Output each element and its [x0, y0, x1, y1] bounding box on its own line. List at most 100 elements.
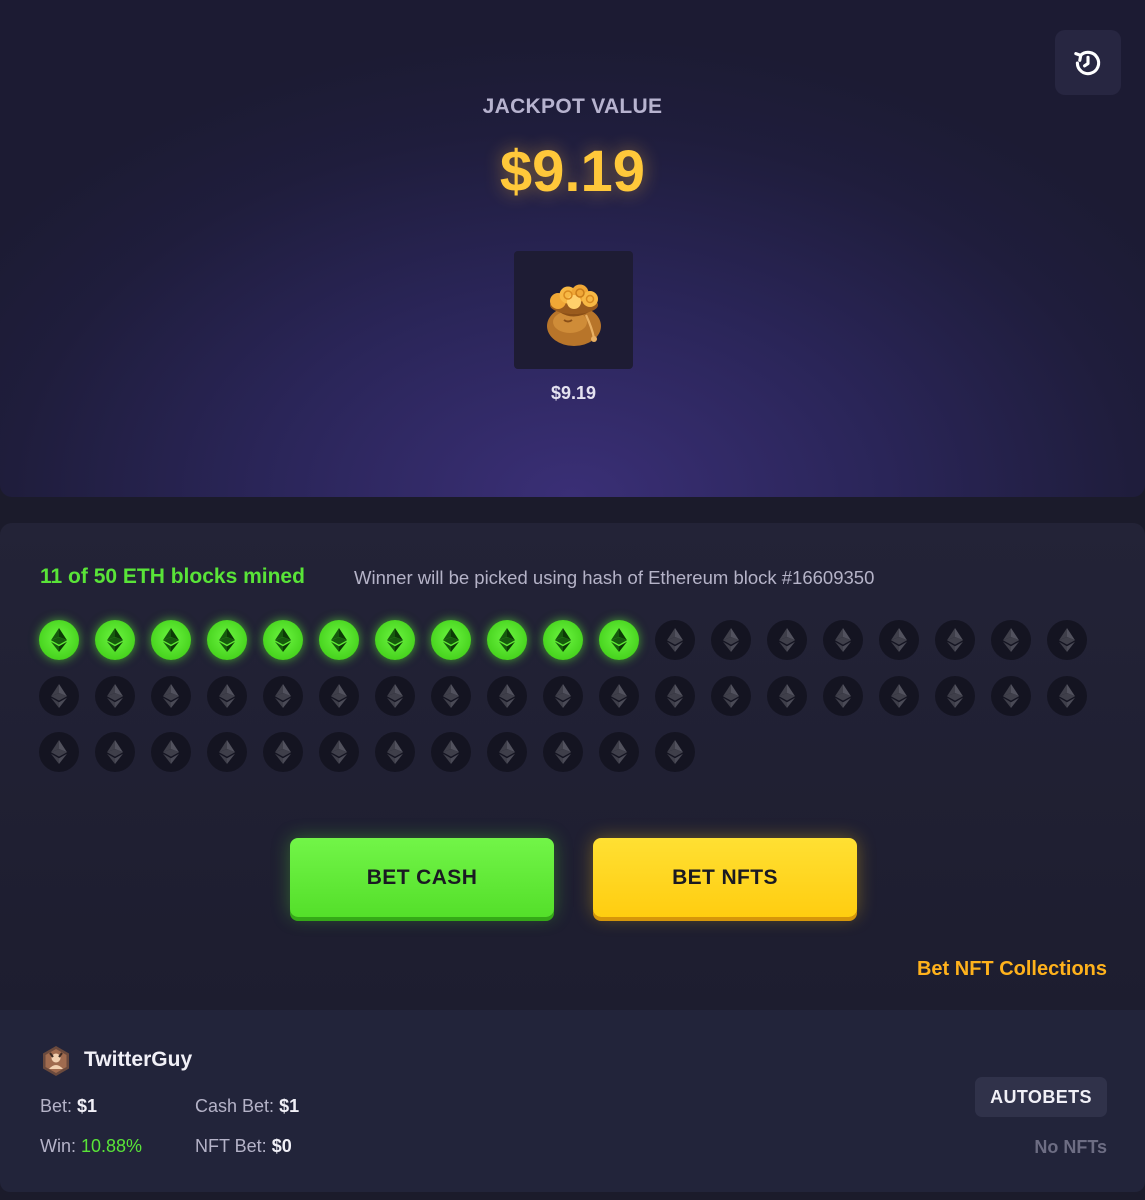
eth-block-pending [39, 732, 79, 772]
eth-block-pending [599, 732, 639, 772]
eth-block-pending [1047, 620, 1087, 660]
nft-bet-label: NFT Bet: [195, 1136, 267, 1156]
bet-nfts-button[interactable]: BET NFTS [593, 838, 857, 917]
eth-block-mined [263, 620, 303, 660]
ethereum-icon [275, 684, 291, 708]
win-stat: Win: 10.88% [40, 1136, 142, 1157]
eth-block-pending [767, 620, 807, 660]
ethereum-icon [107, 740, 123, 764]
ethereum-icon [1059, 684, 1075, 708]
eth-block-pending [599, 676, 639, 716]
eth-block-pending [151, 676, 191, 716]
ethereum-icon [275, 628, 291, 652]
eth-block-pending [823, 620, 863, 660]
eth-block-pending [375, 732, 415, 772]
eth-block-pending [431, 676, 471, 716]
ethereum-icon [1059, 628, 1075, 652]
ethereum-icon [499, 684, 515, 708]
eth-block-pending [487, 732, 527, 772]
ethereum-icon [667, 628, 683, 652]
eth-block-pending [655, 620, 695, 660]
ethereum-icon [275, 740, 291, 764]
eth-block-mined [375, 620, 415, 660]
bet-label: Bet: [40, 1096, 73, 1116]
eth-block-mined [207, 620, 247, 660]
jackpot-value: $9.19 [499, 139, 646, 204]
nft-bet-value: $0 [271, 1136, 292, 1156]
ethereum-icon [219, 740, 235, 764]
ethereum-icon [667, 684, 683, 708]
eth-block-pending [207, 676, 247, 716]
cash-bet-stat: Cash Bet: $1 [195, 1096, 299, 1117]
ethereum-icon [835, 628, 851, 652]
eth-block-mined [543, 620, 583, 660]
autobets-button[interactable]: AUTOBETS [975, 1077, 1107, 1117]
eth-block-pending [39, 676, 79, 716]
ethereum-icon [331, 628, 347, 652]
eth-block-pending [655, 732, 695, 772]
eth-blocks-grid [39, 620, 1099, 772]
ethereum-icon [1003, 684, 1019, 708]
ethereum-icon [219, 684, 235, 708]
eth-block-pending [431, 732, 471, 772]
ethereum-icon [499, 740, 515, 764]
ethereum-icon [443, 684, 459, 708]
eth-block-pending [95, 676, 135, 716]
eth-block-pending [1047, 676, 1087, 716]
eth-block-pending [95, 732, 135, 772]
ethereum-icon [331, 740, 347, 764]
eth-block-pending [263, 732, 303, 772]
ethereum-icon [387, 740, 403, 764]
eth-block-pending [543, 676, 583, 716]
win-label: Win: [40, 1136, 76, 1156]
ethereum-icon [891, 684, 907, 708]
bet-value: $1 [77, 1096, 98, 1116]
eth-block-pending [375, 676, 415, 716]
ethereum-icon [51, 684, 67, 708]
ethereum-icon [163, 740, 179, 764]
user-avatar-icon [43, 1046, 69, 1076]
eth-block-pending [823, 676, 863, 716]
jackpot-item-card[interactable] [514, 251, 633, 369]
eth-block-pending [263, 676, 303, 716]
ethereum-icon [947, 684, 963, 708]
ethereum-icon [891, 628, 907, 652]
eth-block-mined [95, 620, 135, 660]
eth-block-mined [487, 620, 527, 660]
eth-block-mined [151, 620, 191, 660]
ethereum-icon [387, 628, 403, 652]
eth-block-pending [991, 620, 1031, 660]
ethereum-icon [555, 628, 571, 652]
eth-block-mined [39, 620, 79, 660]
eth-block-pending [487, 676, 527, 716]
eth-block-pending [879, 676, 919, 716]
ethereum-icon [1003, 628, 1019, 652]
eth-block-pending [711, 676, 751, 716]
ethereum-icon [779, 684, 795, 708]
ethereum-icon [163, 684, 179, 708]
ethereum-icon [443, 628, 459, 652]
bet-nft-collections-link[interactable]: Bet NFT Collections [917, 958, 1107, 981]
ethereum-icon [611, 628, 627, 652]
eth-block-pending [655, 676, 695, 716]
ethereum-icon [555, 684, 571, 708]
eth-block-mined [319, 620, 359, 660]
eth-block-pending [319, 732, 359, 772]
ethereum-icon [51, 740, 67, 764]
bet-cash-button[interactable]: BET CASH [290, 838, 554, 917]
player-bet-panel [0, 1010, 1145, 1192]
eth-block-pending [543, 732, 583, 772]
ethereum-icon [835, 684, 851, 708]
eth-block-mined [599, 620, 639, 660]
win-value: 10.88% [81, 1136, 143, 1156]
username: TwitterGuy [84, 1048, 193, 1071]
ethereum-icon [107, 684, 123, 708]
ethereum-icon [331, 684, 347, 708]
eth-block-pending [151, 732, 191, 772]
eth-block-mined [431, 620, 471, 660]
ethereum-icon [555, 740, 571, 764]
ethereum-icon [667, 740, 683, 764]
history-button[interactable] [1055, 30, 1121, 95]
ethereum-icon [723, 684, 739, 708]
ethereum-icon [779, 628, 795, 652]
